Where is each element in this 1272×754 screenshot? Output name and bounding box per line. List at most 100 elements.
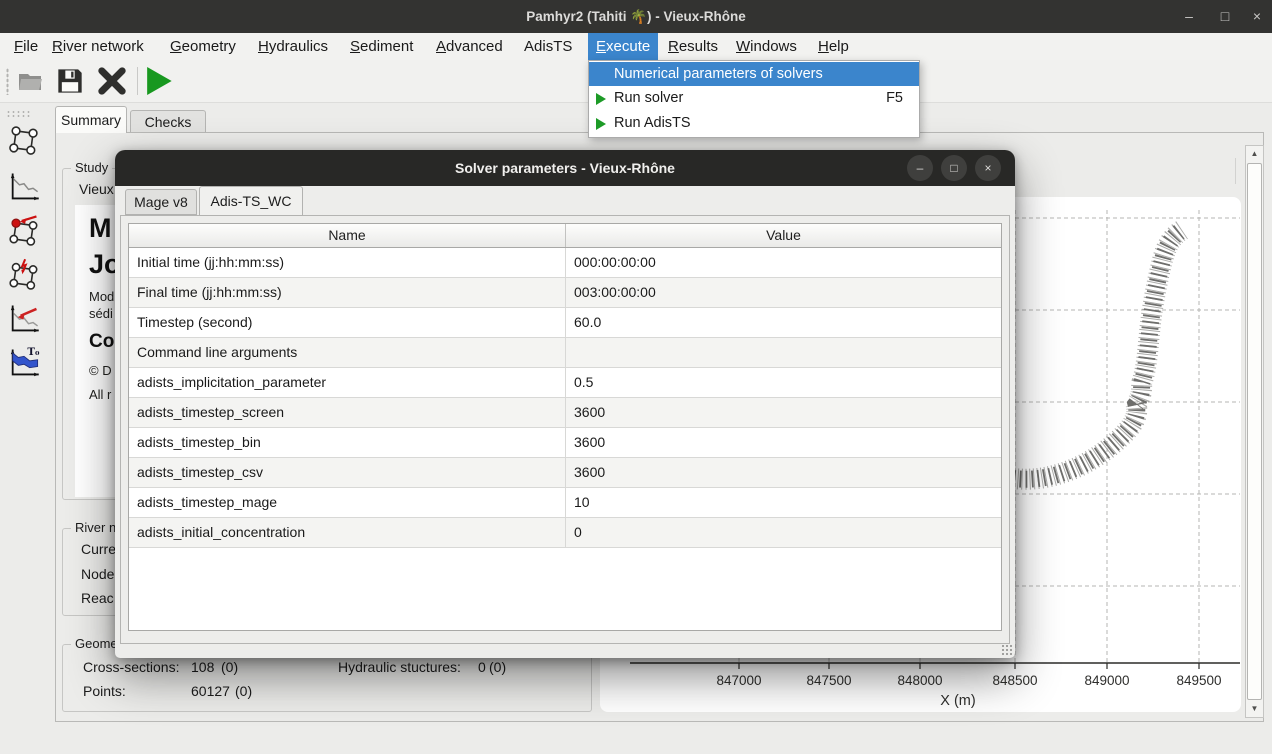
close-project-button[interactable]	[98, 67, 126, 95]
param-name: adists_timestep_bin	[129, 428, 566, 457]
plot-panel-divider	[1235, 158, 1236, 184]
solver-parameters-dialog: Solver parameters - Vieux-Rhône – □ × Ma…	[115, 150, 1015, 658]
tab-checks[interactable]: Checks	[130, 110, 206, 133]
menu-windows[interactable]: Windows	[728, 33, 805, 60]
edit-reach-tool-button[interactable]	[7, 257, 41, 291]
points-label: Points:	[83, 683, 126, 699]
param-value[interactable]: 000:00:00:00	[566, 248, 1001, 277]
profile-tool-button[interactable]	[7, 169, 41, 203]
dialog-tab-adis-ts-wc[interactable]: Adis-TS_WC	[199, 186, 303, 216]
param-value[interactable]	[566, 338, 1001, 367]
menu-adists-label: AdisTS	[524, 33, 572, 60]
param-value[interactable]: 10	[566, 488, 1001, 517]
toolbar-drag-handle[interactable]	[6, 68, 9, 95]
network-red-node-icon	[7, 213, 41, 247]
menu-advanced[interactable]: Advanced	[428, 33, 511, 60]
menu-sediment-label: Sediment	[350, 33, 413, 60]
table-row[interactable]: Command line arguments	[129, 338, 1001, 368]
menu-help[interactable]: Help	[810, 33, 857, 60]
table-row[interactable]: adists_timestep_screen 3600	[129, 398, 1001, 428]
column-header-value[interactable]: Value	[566, 224, 1001, 247]
run-button[interactable]	[147, 67, 175, 95]
menu-results[interactable]: Results	[660, 33, 726, 60]
update-profile-tool-button[interactable]	[7, 301, 41, 335]
save-button[interactable]	[56, 67, 84, 95]
table-row[interactable]: adists_timestep_csv 3600	[129, 458, 1001, 488]
menu-adists[interactable]: AdisTS	[516, 33, 580, 60]
param-name: Command line arguments	[129, 338, 566, 367]
close-x-icon	[98, 67, 126, 95]
vertical-scrollbar[interactable]: ▲ ▼	[1245, 145, 1264, 718]
menu-item-run-solver[interactable]: Run solver F5	[589, 86, 919, 111]
table-row[interactable]: Initial time (jj:hh:mm:ss) 000:00:00:00	[129, 248, 1001, 278]
table-row[interactable]: Final time (jj:hh:mm:ss) 003:00:00:00	[129, 278, 1001, 308]
menu-hydraulics-label: Hydraulics	[258, 33, 328, 60]
column-header-name[interactable]: Name	[129, 224, 566, 247]
table-row[interactable]: Timestep (second) 60.0	[129, 308, 1001, 338]
menu-results-label: Results	[668, 33, 718, 60]
menu-execute-label: Execute	[596, 33, 650, 60]
dialog-titlebar[interactable]: Solver parameters - Vieux-Rhône – □ ×	[115, 150, 1015, 186]
initial-conditions-tool-button[interactable]: T₀	[7, 345, 41, 379]
param-name: Initial time (jj:hh:mm:ss)	[129, 248, 566, 277]
close-button[interactable]: ×	[1242, 0, 1272, 33]
x-tick-label: 848000	[897, 673, 942, 688]
dialog-title: Solver parameters - Vieux-Rhône	[115, 150, 1015, 186]
table-row[interactable]: adists_timestep_bin 3600	[129, 428, 1001, 458]
study-body-2: sédi	[89, 306, 113, 321]
maximize-button[interactable]: □	[1210, 0, 1240, 33]
study-subheading: Co	[89, 331, 114, 353]
param-name: adists_timestep_mage	[129, 488, 566, 517]
table-header: Name Value	[129, 224, 1001, 248]
menu-geometry[interactable]: Geometry	[162, 33, 244, 60]
param-value[interactable]: 003:00:00:00	[566, 278, 1001, 307]
x-tick-label: 849000	[1084, 673, 1129, 688]
river-network-item-nodes: Node	[81, 566, 114, 582]
edit-node-tool-button[interactable]	[7, 213, 41, 247]
save-floppy-icon	[56, 67, 84, 95]
minimize-button[interactable]: –	[1174, 0, 1204, 33]
param-value[interactable]: 0	[566, 518, 1001, 547]
execute-menu-dropdown: Numerical parameters of solvers Run solv…	[588, 60, 920, 138]
menu-file-label: File	[14, 33, 38, 60]
scrollbar-thumb[interactable]	[1247, 163, 1262, 700]
window-titlebar: Pamhyr2 (Tahiti 🌴) - Vieux-Rhône – □ ×	[0, 0, 1272, 33]
dialog-close-button[interactable]: ×	[975, 155, 1001, 181]
sidebar-drag-handle[interactable]	[6, 110, 32, 118]
dialog-tab-mage-v8[interactable]: Mage v8	[125, 189, 197, 215]
tab-summary[interactable]: Summary	[55, 106, 127, 133]
param-value[interactable]: 3600	[566, 398, 1001, 427]
x-axis-title: X (m)	[940, 693, 975, 709]
dialog-minimize-button[interactable]: –	[907, 155, 933, 181]
menu-file[interactable]: File	[6, 33, 46, 60]
study-body-1: Mod	[89, 289, 114, 304]
menu-hydraulics[interactable]: Hydraulics	[250, 33, 336, 60]
dialog-resize-grip[interactable]	[1001, 644, 1012, 655]
menu-sediment[interactable]: Sediment	[342, 33, 421, 60]
river-network-tool-button[interactable]	[7, 123, 41, 157]
param-value[interactable]: 3600	[566, 458, 1001, 487]
play-icon	[596, 93, 606, 105]
table-row[interactable]: adists_timestep_mage 10	[129, 488, 1001, 518]
dialog-maximize-button[interactable]: □	[941, 155, 967, 181]
menu-river-network[interactable]: River network	[44, 33, 152, 60]
scroll-up-arrow[interactable]: ▲	[1246, 146, 1263, 162]
scroll-down-arrow[interactable]: ▼	[1246, 701, 1263, 717]
menu-windows-label: Windows	[736, 33, 797, 60]
profile-t0-icon: T₀	[7, 345, 41, 379]
open-button[interactable]	[16, 67, 44, 95]
table-row[interactable]: adists_initial_concentration 0	[129, 518, 1001, 548]
menu-item-label: Run AdisTS	[614, 115, 691, 131]
menu-item-run-adists[interactable]: Run AdisTS	[589, 111, 919, 136]
application-window: Pamhyr2 (Tahiti 🌴) - Vieux-Rhône – □ × F…	[0, 0, 1272, 754]
menu-execute[interactable]: Execute	[588, 33, 658, 60]
param-value[interactable]: 0.5	[566, 368, 1001, 397]
table-row[interactable]: adists_implicitation_parameter 0.5	[129, 368, 1001, 398]
play-icon	[596, 118, 606, 130]
points-value: 60127	[191, 683, 230, 699]
param-value[interactable]: 60.0	[566, 308, 1001, 337]
menu-item-numerical-parameters[interactable]: Numerical parameters of solvers	[589, 62, 919, 86]
toolbar-separator	[137, 67, 138, 95]
profile-red-arrow-icon	[7, 301, 41, 335]
param-value[interactable]: 3600	[566, 428, 1001, 457]
